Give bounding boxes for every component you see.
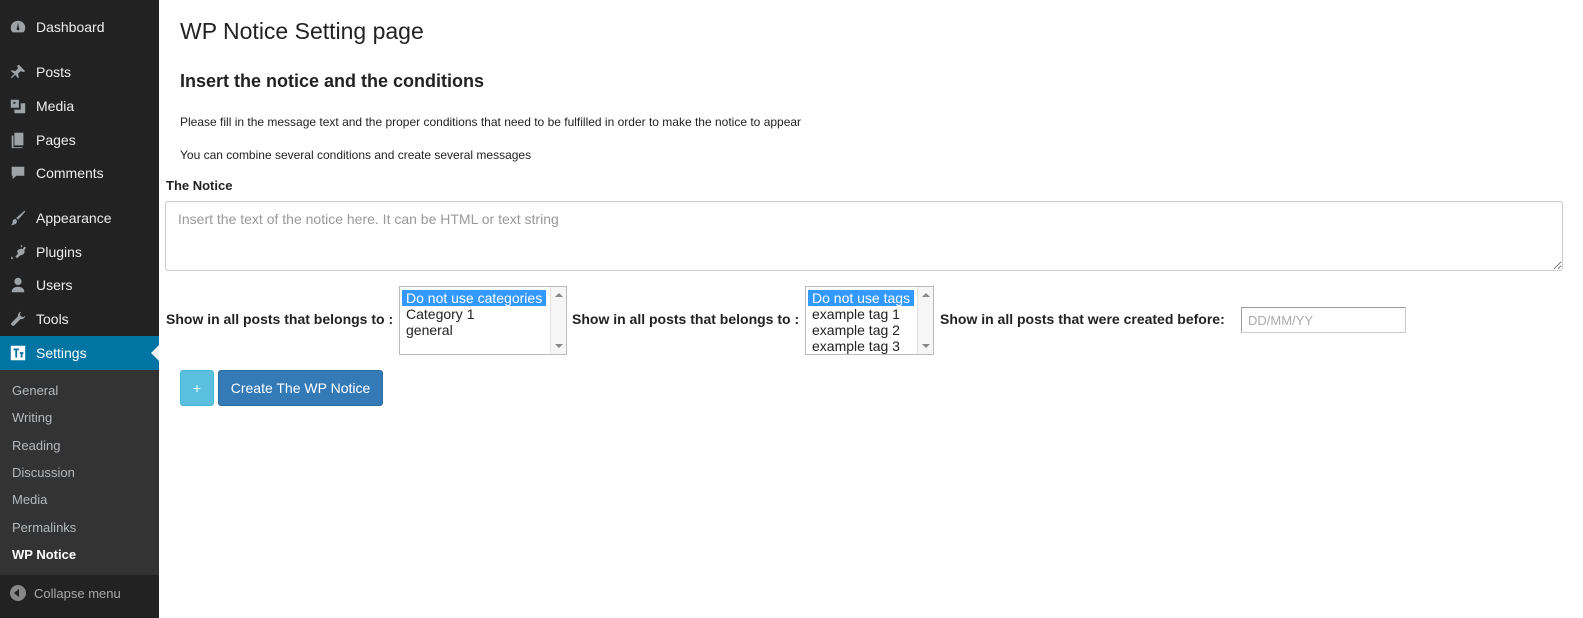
menu-label: Settings xyxy=(36,345,87,361)
menu-item-comments[interactable]: Comments xyxy=(0,156,159,190)
collapse-label: Collapse menu xyxy=(34,585,121,601)
submenu-item-media[interactable]: Media xyxy=(12,492,47,507)
submenu-item-wp-notice[interactable]: WP Notice xyxy=(12,547,76,562)
category-option[interactable]: Category 1 xyxy=(402,306,566,322)
menu-label: Posts xyxy=(36,64,72,80)
tag-select[interactable]: Do not use tags example tag 1 example ta… xyxy=(805,286,934,355)
menu-item-settings[interactable]: Settings xyxy=(0,336,159,370)
tag-condition-label: Show in all posts that belongs to : xyxy=(572,311,800,327)
menu-label: Media xyxy=(36,98,75,114)
scroll-up-icon xyxy=(922,293,930,297)
tag-select-scrollbar[interactable] xyxy=(917,287,933,354)
submenu-item-general[interactable]: General xyxy=(12,383,58,398)
submenu-item-discussion[interactable]: Discussion xyxy=(12,465,75,480)
dashboard-icon xyxy=(8,17,28,37)
date-input[interactable] xyxy=(1241,307,1406,333)
category-select[interactable]: Do not use categories Category 1 general xyxy=(399,286,567,355)
settings-submenu: General Writing Reading Discussion Media… xyxy=(0,370,159,575)
tag-option[interactable]: Do not use tags xyxy=(808,290,915,306)
scroll-up-icon xyxy=(555,293,563,297)
menu-label: Plugins xyxy=(36,244,82,260)
plug-icon xyxy=(8,242,28,262)
user-icon xyxy=(8,275,28,295)
admin-sidebar: Dashboard Posts Media Pages Comments App… xyxy=(0,0,159,618)
menu-item-posts[interactable]: Posts xyxy=(0,55,159,89)
submenu-item-permalinks[interactable]: Permalinks xyxy=(12,520,76,535)
menu-item-media[interactable]: Media xyxy=(0,89,159,123)
menu-item-tools[interactable]: Tools xyxy=(0,302,159,336)
create-notice-button[interactable]: Create The WP Notice xyxy=(218,370,383,406)
menu-label: Pages xyxy=(36,132,76,148)
pin-icon xyxy=(8,62,28,82)
comment-icon xyxy=(8,163,28,183)
section-title: Insert the notice and the conditions xyxy=(180,71,485,91)
menu-item-dashboard[interactable]: Dashboard xyxy=(0,10,159,44)
pages-icon xyxy=(8,130,28,150)
settings-icon xyxy=(8,343,28,363)
menu-item-appearance[interactable]: Appearance xyxy=(0,201,159,235)
combine-hint-paragraph: You can combine several conditions and c… xyxy=(180,148,532,162)
category-condition-label: Show in all posts that belongs to : xyxy=(166,311,394,327)
media-icon xyxy=(8,96,28,116)
category-select-scrollbar[interactable] xyxy=(550,287,566,354)
submenu-item-writing[interactable]: Writing xyxy=(12,410,52,425)
scroll-down-icon xyxy=(922,344,930,348)
menu-label: Users xyxy=(36,277,73,293)
menu-item-pages[interactable]: Pages xyxy=(0,123,159,157)
tag-option[interactable]: example tag 3 xyxy=(808,338,933,354)
wrench-icon xyxy=(8,309,28,329)
menu-label: Appearance xyxy=(36,210,112,226)
collapse-menu-button[interactable]: Collapse menu xyxy=(0,580,159,606)
add-notice-button[interactable]: + xyxy=(180,370,214,406)
menu-label: Tools xyxy=(36,311,69,327)
collapse-arrow-icon xyxy=(10,585,26,601)
notice-textarea[interactable] xyxy=(165,201,1563,271)
tag-option[interactable]: example tag 2 xyxy=(808,322,933,338)
submenu-item-reading[interactable]: Reading xyxy=(12,438,60,453)
menu-label: Dashboard xyxy=(36,19,105,35)
tag-option[interactable]: example tag 1 xyxy=(808,306,933,322)
brush-icon xyxy=(8,208,28,228)
menu-item-plugins[interactable]: Plugins xyxy=(0,235,159,269)
date-condition-label: Show in all posts that were created befo… xyxy=(940,311,1225,327)
category-option[interactable]: Do not use categories xyxy=(402,290,547,306)
instructions-paragraph: Please fill in the message text and the … xyxy=(180,115,802,129)
scroll-down-icon xyxy=(555,344,563,348)
page-title: WP Notice Setting page xyxy=(180,18,424,44)
notice-label: The Notice xyxy=(166,178,233,193)
menu-item-users[interactable]: Users xyxy=(0,268,159,302)
category-option[interactable]: general xyxy=(402,322,566,338)
menu-label: Comments xyxy=(36,165,104,181)
